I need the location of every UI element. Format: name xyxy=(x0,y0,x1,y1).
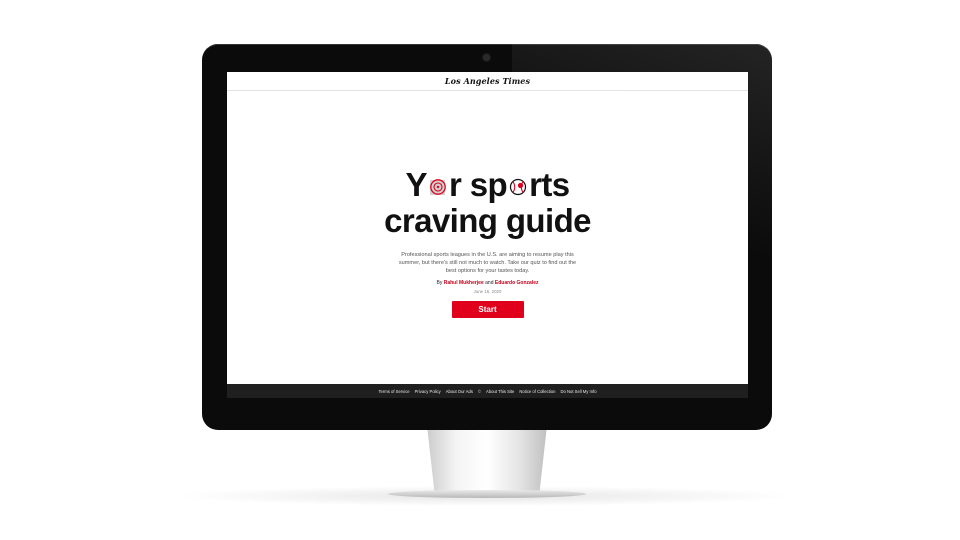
monitor-stand xyxy=(427,430,547,496)
scene: Los Angeles Times Y r sp rts craving gui… xyxy=(0,0,960,540)
title-text: r sp xyxy=(448,166,508,203)
footer-copyright: © xyxy=(477,388,482,394)
camera-icon xyxy=(483,54,490,61)
page-title: Y r sp rts craving guide xyxy=(227,167,748,239)
publish-date: June 16, 2020 xyxy=(473,289,502,294)
footer-link-terms[interactable]: Terms of Service xyxy=(378,389,409,394)
quiz-intro: Y r sp rts craving guide Professional sp… xyxy=(227,167,748,318)
footer-link-privacy[interactable]: Privacy Policy xyxy=(415,389,441,394)
title-text: rts xyxy=(529,166,570,203)
target-ball-icon xyxy=(428,175,448,197)
footer-link-do-not-sell[interactable]: Do Not Sell My Info xyxy=(560,389,596,394)
footer-link-ads[interactable]: About Our Ads xyxy=(446,389,473,394)
footer-link-notice[interactable]: Notice of Collection xyxy=(519,389,555,394)
site-header: Los Angeles Times xyxy=(227,72,748,91)
monitor-bezel: Los Angeles Times Y r sp rts craving gui… xyxy=(202,44,772,430)
baseball-icon xyxy=(508,175,528,197)
byline-and: and xyxy=(485,280,494,286)
site-footer: Terms of Service Privacy Policy About Ou… xyxy=(227,384,748,398)
monitor-stand-base xyxy=(388,490,586,498)
byline-prefix: By xyxy=(436,280,443,286)
author-link-2[interactable]: Eduardo Gonzalez xyxy=(495,280,539,286)
byline: By Rahul Mukherjee and Eduardo Gonzalez xyxy=(227,280,748,286)
footer-link-about[interactable]: About This Site xyxy=(486,389,514,394)
site-logo[interactable]: Los Angeles Times xyxy=(445,76,530,86)
author-link-1[interactable]: Rahul Mukherjee xyxy=(444,280,484,286)
title-text: Y xyxy=(405,166,428,203)
browser-viewport: Los Angeles Times Y r sp rts craving gui… xyxy=(227,72,748,398)
article-dek: Professional sports leagues in the U.S. … xyxy=(398,252,577,274)
title-line-1: Y r sp rts xyxy=(227,167,748,203)
start-button[interactable]: Start xyxy=(451,301,524,318)
title-line-2: craving guide xyxy=(384,202,591,239)
